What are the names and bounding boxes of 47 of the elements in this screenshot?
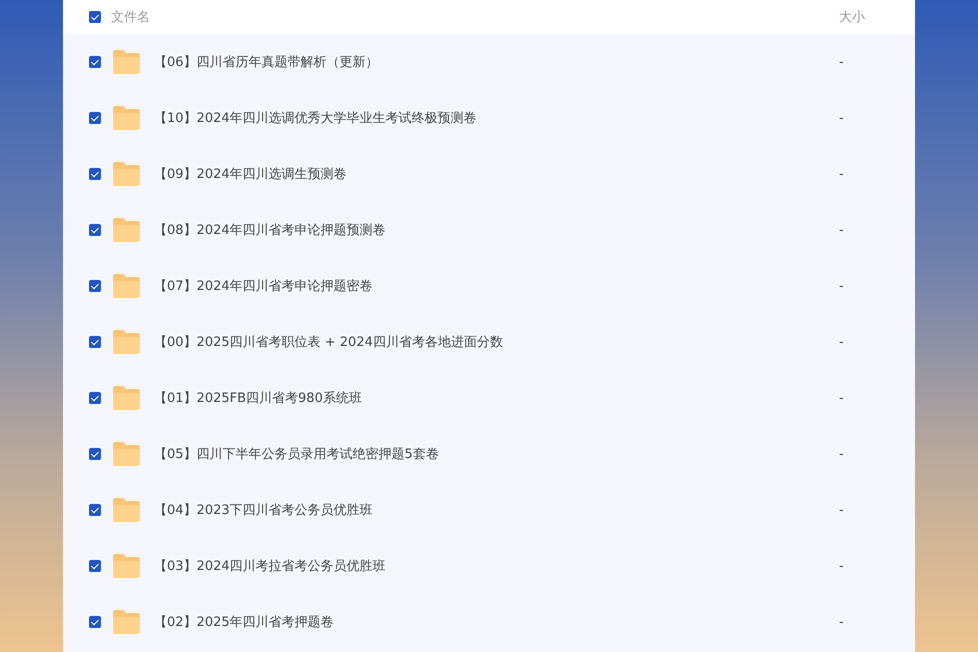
folder-icon — [111, 609, 141, 635]
row-checkbox[interactable] — [89, 448, 101, 460]
file-size: - — [838, 166, 845, 182]
file-name[interactable]: 【08】2024年四川省考申论押题预测卷 — [154, 221, 837, 239]
folder-icon — [111, 441, 141, 467]
row-checkbox[interactable] — [89, 280, 101, 292]
file-size: - — [838, 110, 845, 126]
file-name[interactable]: 【06】四川省历年真题带解析（更新） — [154, 53, 837, 71]
row-checkbox[interactable] — [89, 560, 101, 572]
row-checkbox[interactable] — [89, 336, 101, 348]
file-name[interactable]: 【04】2023下四川省考公务员优胜班 — [154, 501, 837, 519]
column-header: 大小 — [839, 9, 866, 26]
folder-icon — [111, 49, 141, 75]
file-name[interactable]: 【05】四川下半年公务员录用考试绝密押题5套卷 — [154, 445, 837, 463]
row-checkbox[interactable] — [89, 56, 101, 68]
folder-icon — [111, 329, 141, 355]
file-size: - — [838, 54, 845, 70]
file-size: - — [838, 502, 845, 518]
file-size: - — [838, 446, 845, 462]
row-checkbox[interactable] — [89, 616, 101, 628]
file-name[interactable]: 【00】2025四川省考职位表 + 2024四川省考各地进面分数 — [154, 333, 837, 351]
row-checkbox[interactable] — [89, 224, 101, 236]
select-all-checkbox[interactable] — [89, 11, 101, 23]
file-size: - — [838, 334, 845, 350]
folder-icon — [111, 217, 141, 243]
file-size: - — [838, 558, 845, 574]
row-checkbox[interactable] — [89, 392, 101, 404]
file-name[interactable]: 【07】2024年四川省考申论押题密卷 — [154, 277, 837, 295]
file-name[interactable]: 【01】2025FB四川省考980系统班 — [154, 389, 837, 407]
folder-icon — [111, 497, 141, 523]
file-name[interactable]: 【10】2024年四川选调优秀大学毕业生考试终极预测卷 — [154, 109, 837, 127]
folder-icon — [111, 553, 141, 579]
row-checkbox[interactable] — [89, 168, 101, 180]
folder-icon — [111, 273, 141, 299]
column-header: 文件名 — [111, 9, 151, 26]
file-size: - — [838, 278, 845, 294]
file-name[interactable]: 【09】2024年四川选调生预测卷 — [154, 165, 837, 183]
file-size: - — [838, 390, 845, 406]
folder-icon — [111, 385, 141, 411]
file-name[interactable]: 【02】2025年四川省考押题卷 — [154, 613, 837, 631]
file-size: - — [838, 222, 845, 238]
folder-icon — [111, 105, 141, 131]
file-name[interactable]: 【03】2024四川考拉省考公务员优胜班 — [154, 557, 837, 575]
row-checkbox[interactable] — [89, 112, 101, 124]
row-checkbox[interactable] — [89, 504, 101, 516]
folder-icon — [111, 161, 141, 187]
file-size: - — [838, 614, 845, 630]
